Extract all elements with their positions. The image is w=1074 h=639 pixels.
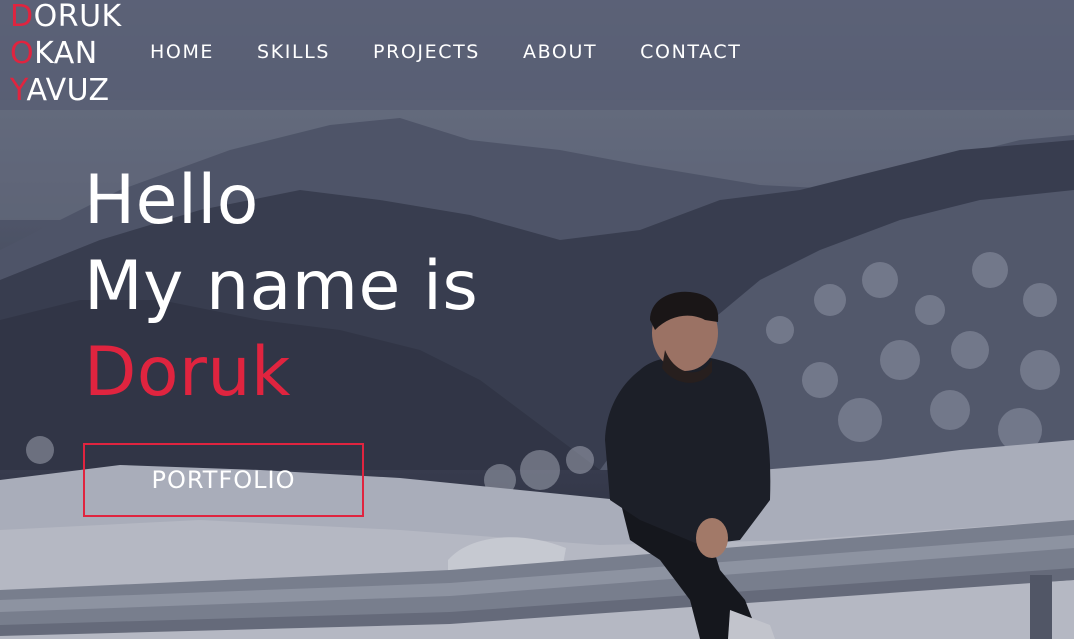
hero-line-intro: My name is [84, 247, 479, 326]
logo-initial-y: Y [10, 73, 27, 108]
logo-initial-d: D [10, 0, 34, 34]
site-logo[interactable]: DORUK OKAN YAVUZ [10, 0, 122, 109]
portfolio-button[interactable]: PORTFOLIO [83, 443, 364, 517]
nav-link-skills[interactable]: SKILLS [257, 41, 330, 63]
hero-name: Doruk [84, 333, 291, 412]
logo-line-1: DORUK [10, 0, 122, 35]
logo-rest-1: ORUK [33, 0, 122, 34]
logo-rest-2: KAN [34, 36, 98, 71]
hero-heading: Hello My name is Doruk [84, 158, 478, 416]
hero-line-hello: Hello [84, 161, 259, 240]
nav-link-contact[interactable]: CONTACT [640, 41, 741, 63]
site-header: DORUK OKAN YAVUZ HOME SKILLS PROJECTS AB… [0, 0, 1074, 110]
nav-link-home[interactable]: HOME [150, 41, 214, 63]
logo-initial-o: O [10, 36, 35, 71]
main-nav: HOME SKILLS PROJECTS ABOUT CONTACT [150, 41, 741, 63]
logo-line-2: OKAN [10, 35, 122, 72]
logo-rest-3: AVUZ [26, 73, 110, 108]
page: DORUK OKAN YAVUZ HOME SKILLS PROJECTS AB… [0, 0, 1074, 639]
logo-line-3: YAVUZ [10, 72, 122, 109]
nav-link-projects[interactable]: PROJECTS [373, 41, 480, 63]
nav-link-about[interactable]: ABOUT [523, 41, 597, 63]
